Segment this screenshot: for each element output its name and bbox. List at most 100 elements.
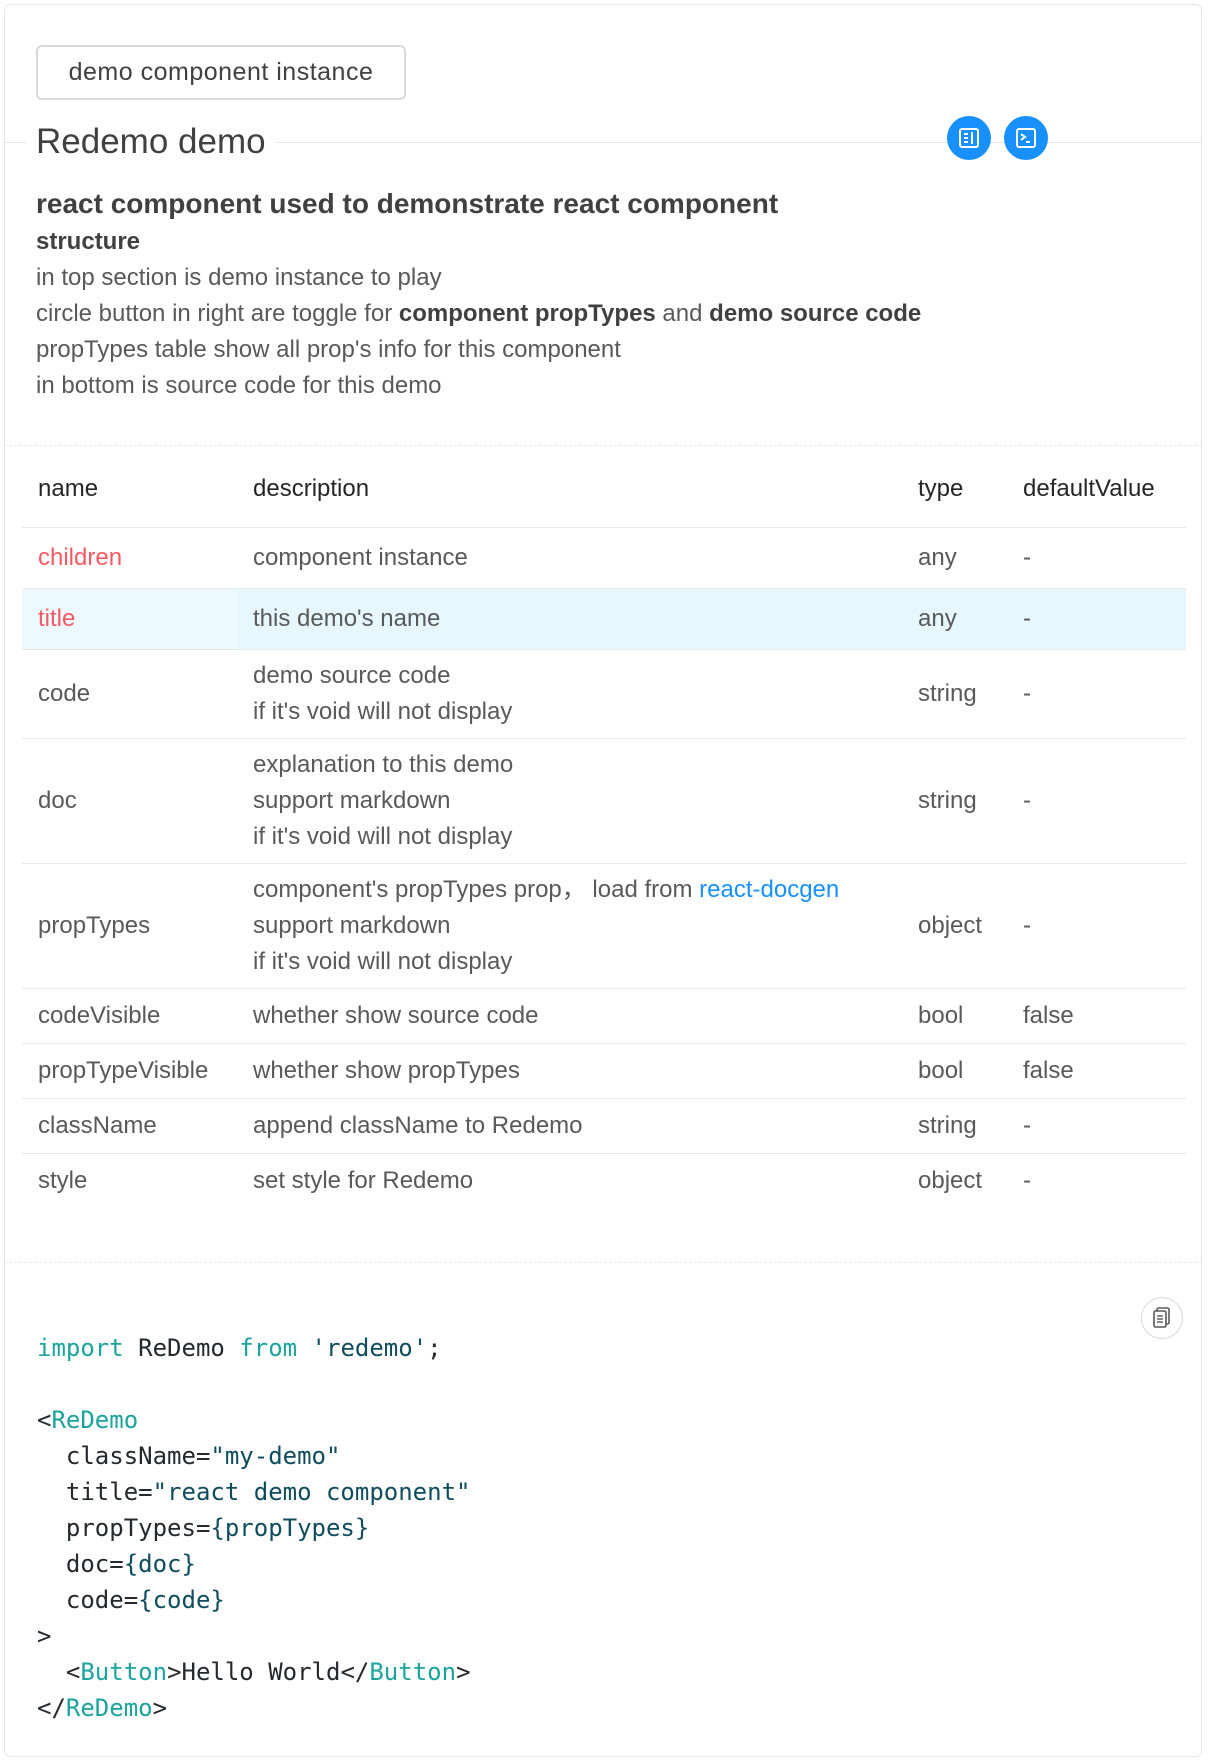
- code-line: propTypes={propTypes}: [37, 1510, 471, 1546]
- prop-name: children: [22, 527, 237, 589]
- table-row: doc explanation to this demo support mar…: [22, 738, 1186, 864]
- prop-description: whether show propTypes: [237, 1043, 902, 1099]
- column-header-name: name: [22, 450, 237, 528]
- code-string: "react demo component": [152, 1478, 471, 1506]
- prop-name: style: [38, 1167, 88, 1195]
- table-row: code demo source code if it's void will …: [22, 649, 1186, 739]
- prop-type: object: [918, 1167, 983, 1195]
- copy-code-button[interactable]: [1141, 1297, 1183, 1339]
- code-punct: </: [37, 1694, 66, 1722]
- code-identifier: ReDemo: [123, 1334, 240, 1362]
- copy-icon: [1153, 1307, 1170, 1328]
- code-line: import ReDemo from 'redemo';: [37, 1330, 471, 1366]
- table-header-row: name description type defaultValue: [22, 450, 1186, 528]
- code-punct: >: [456, 1658, 471, 1686]
- doc-line-1: in top section is demo instance to play: [36, 264, 442, 291]
- table-row: style set style for Redemo object -: [22, 1154, 1186, 1209]
- source-code-toggle-button[interactable]: [1004, 116, 1048, 160]
- prop-name: codeVisible: [22, 988, 237, 1044]
- code-expr: {doc}: [123, 1550, 196, 1578]
- description-line: support markdown: [253, 912, 451, 939]
- doc-line-3: propTypes table show all prop's info for…: [36, 336, 621, 363]
- table-row: className append className to Redemo str…: [22, 1098, 1186, 1154]
- doc-line-2: circle button in right are toggle for co…: [36, 296, 1168, 332]
- code-text: >Hello World</: [167, 1658, 370, 1686]
- prop-description: demo source code if it's void will not d…: [237, 649, 902, 739]
- doc-line-2-mid: and: [655, 300, 710, 327]
- prop-name: className: [22, 1098, 237, 1154]
- table-row: children component instance any -: [22, 527, 1186, 589]
- prop-default: -: [1023, 1167, 1031, 1195]
- prop-type: bool: [902, 1043, 1007, 1099]
- code-attr: className=: [37, 1442, 211, 1470]
- terminal-icon: [1016, 128, 1036, 148]
- code-attr: code=: [37, 1586, 139, 1614]
- code-line: doc={doc}: [37, 1546, 471, 1582]
- code-keyword: from: [239, 1334, 298, 1362]
- prop-type: string: [902, 649, 1007, 739]
- page-title: Redemo demo: [26, 115, 276, 169]
- prop-description: explanation to this demo support markdow…: [237, 738, 902, 864]
- prop-type: any: [902, 588, 1007, 650]
- code-tag: ReDemo: [51, 1406, 139, 1434]
- prop-type: any: [902, 527, 1007, 589]
- code-punct: ;: [427, 1334, 442, 1362]
- code-punct: <: [37, 1406, 52, 1434]
- prop-type: bool: [902, 988, 1007, 1044]
- prop-name: code: [22, 649, 237, 739]
- doc-line-4: in bottom is source code for this demo: [36, 372, 442, 399]
- demo-component-button[interactable]: demo component instance: [36, 45, 406, 100]
- description-line: if it's void will not display: [253, 698, 513, 725]
- description-line: whether show propTypes: [253, 1057, 520, 1084]
- description-line: if it's void will not display: [253, 948, 513, 975]
- doc-subheading: structure: [36, 228, 141, 255]
- table-row: codeVisible whether show source code boo…: [22, 988, 1186, 1044]
- description-line: whether show source code: [253, 1002, 539, 1029]
- prop-type: string: [902, 738, 1007, 864]
- description-line: append className to Redemo: [253, 1112, 583, 1139]
- code-line: </ReDemo>: [37, 1690, 471, 1726]
- prop-description: component's propTypes prop， load from re…: [237, 863, 902, 989]
- doc-table-icon: [959, 128, 979, 148]
- code-string: 'redemo': [297, 1334, 428, 1362]
- code-string: "my-demo": [210, 1442, 341, 1470]
- doc-bold-source: demo source code: [709, 300, 922, 327]
- section-divider-top: [4, 445, 1202, 446]
- description-line: this demo's name: [253, 605, 441, 632]
- description-line: support markdown: [253, 787, 451, 814]
- prop-description: component instance: [237, 527, 902, 589]
- description-line: demo source code: [253, 662, 451, 689]
- code-keyword: import: [37, 1334, 124, 1362]
- description-text: component's propTypes prop， load from: [253, 876, 700, 903]
- description-line: component's propTypes prop， load from re…: [253, 872, 886, 908]
- description-line: explanation to this demo: [253, 751, 514, 778]
- prop-default: -: [1007, 863, 1186, 989]
- prop-default: false: [1007, 988, 1186, 1044]
- doc-bold-proptypes: component propTypes: [398, 300, 656, 327]
- prop-name: title: [22, 588, 237, 650]
- code-line: code={code}: [37, 1582, 471, 1618]
- prop-default: -: [1007, 527, 1186, 589]
- description-line: if it's void will not display: [253, 823, 513, 850]
- source-code-block: import ReDemo from 'redemo'; <ReDemo cla…: [37, 1330, 471, 1726]
- doc-heading: react component used to demonstrate reac…: [36, 188, 779, 219]
- table-row: propTypes component's propTypes prop， lo…: [22, 863, 1186, 989]
- prop-default: -: [1007, 1098, 1186, 1154]
- table-row: propTypeVisible whether show propTypes b…: [22, 1043, 1186, 1099]
- prop-type: string: [902, 1098, 1007, 1154]
- prop-name: doc: [22, 738, 237, 864]
- prop-default: -: [1007, 649, 1186, 739]
- proptypes-table: name description type defaultValue child…: [22, 450, 1186, 1209]
- code-attr: title=: [37, 1478, 153, 1506]
- proptypes-toggle-button[interactable]: [947, 116, 991, 160]
- table-row: title this demo's name any -: [22, 588, 1186, 650]
- prop-default: -: [1007, 588, 1186, 650]
- code-punct: >: [37, 1622, 52, 1650]
- description-line: set style for Redemo: [253, 1167, 474, 1195]
- prop-description: append className to Redemo: [237, 1098, 902, 1154]
- react-docgen-link[interactable]: react-docgen: [699, 876, 839, 903]
- code-tag: ReDemo: [65, 1694, 153, 1722]
- code-line: title="react demo component": [37, 1474, 471, 1510]
- prop-description: whether show source code: [237, 988, 902, 1044]
